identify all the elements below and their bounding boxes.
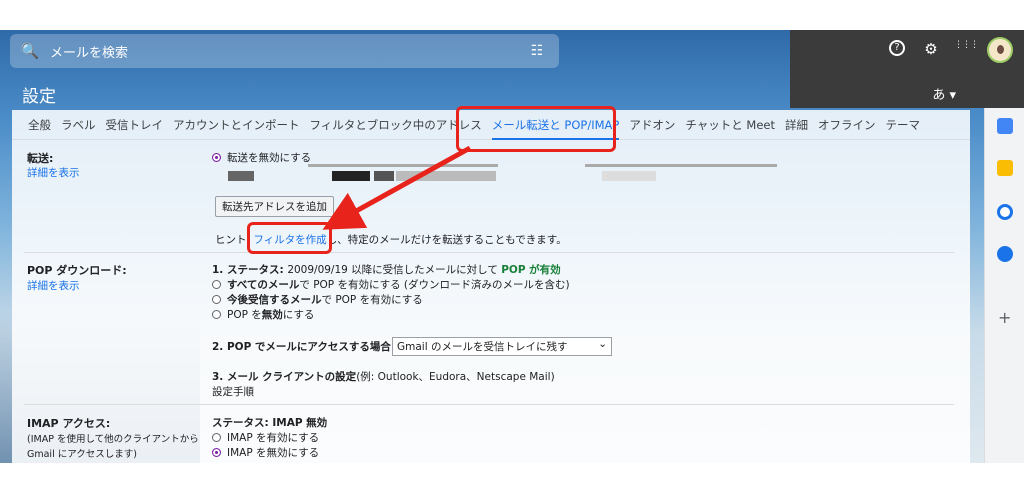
annotation-arrow [322,145,472,230]
screenshot-stage: + 🔍 メールを検索 ☷ ? ⚙ ⋮⋮⋮ 設定 あ ▾ 全般 ラベル 受信トレイ… [0,0,1024,492]
